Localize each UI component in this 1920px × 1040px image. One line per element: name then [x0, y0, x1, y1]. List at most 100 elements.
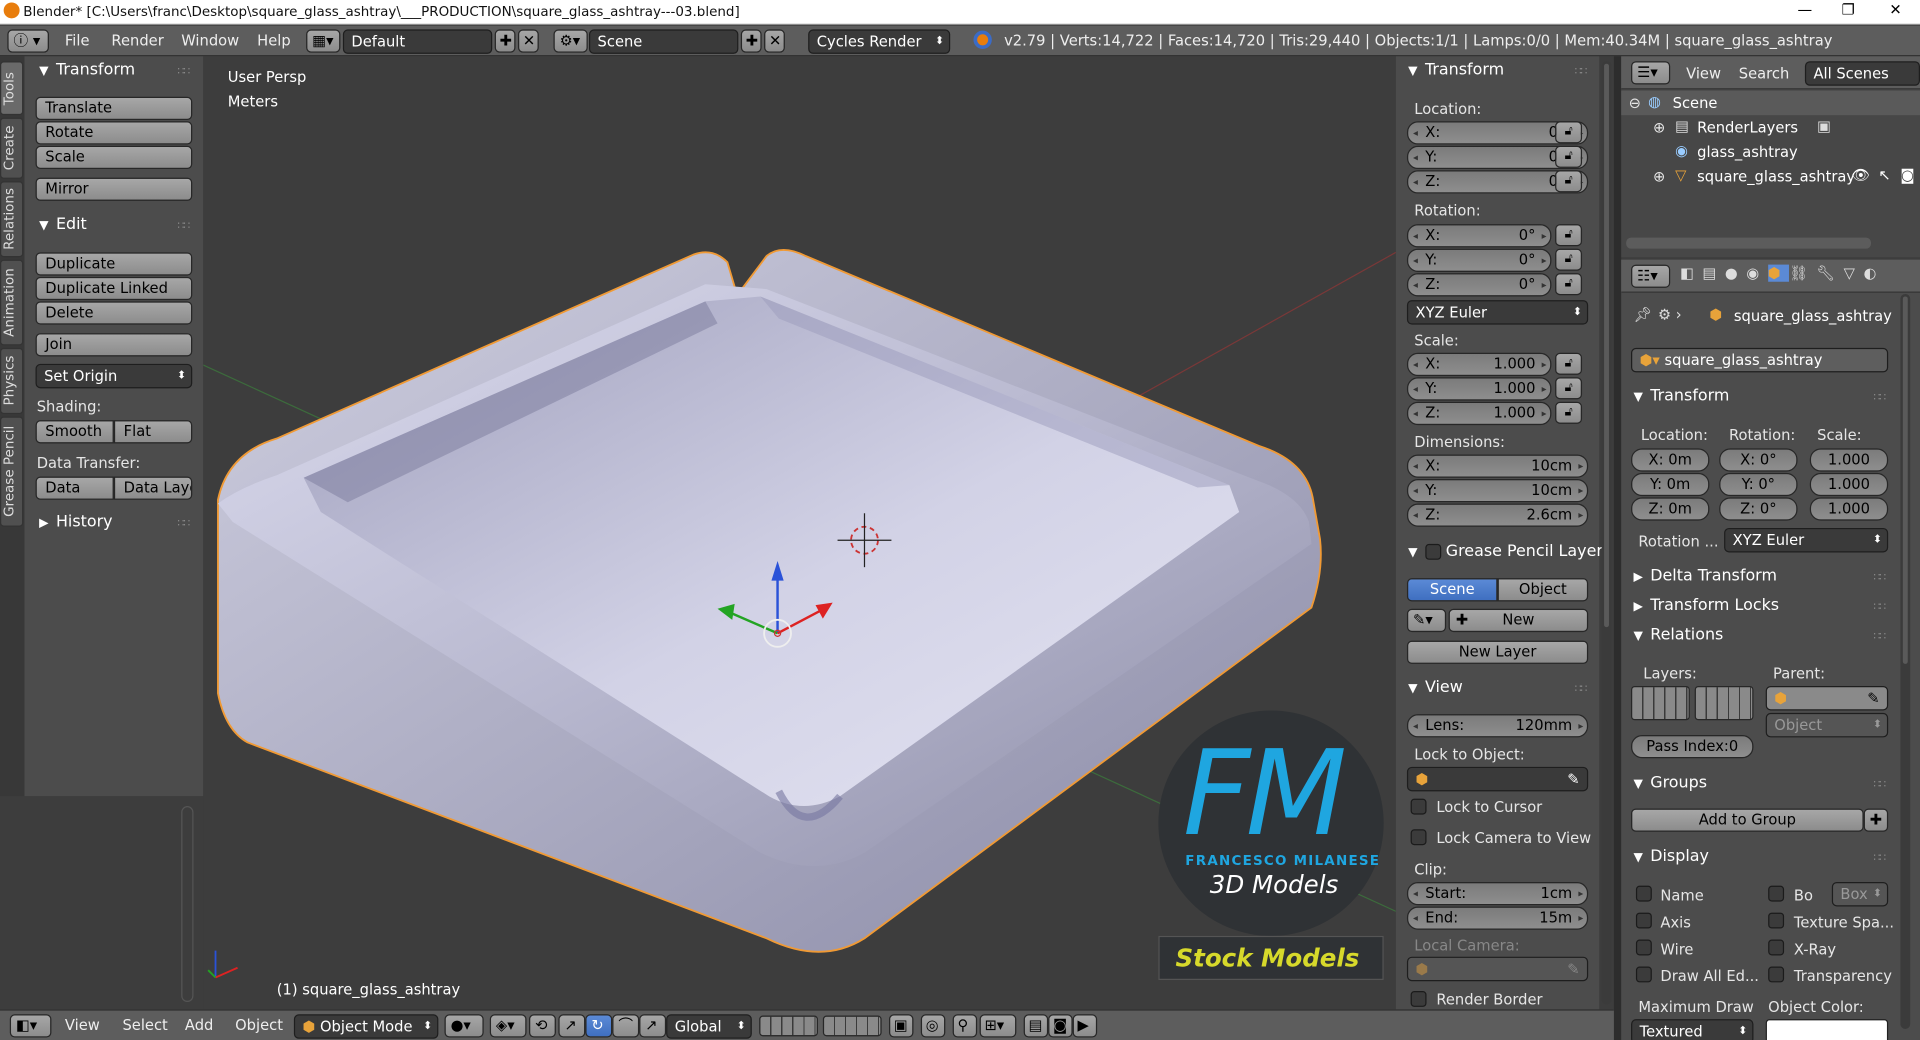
edit-panel-header[interactable]: ▼ Edit: [39, 216, 87, 234]
outliner-row-scene[interactable]: ⊖ ◍ Scene: [1621, 90, 1920, 116]
pencil-icon[interactable]: ✎▾: [1406, 608, 1447, 633]
3d-viewport[interactable]: User Persp Meters (1) square_glass_ashtr…: [203, 56, 1396, 1010]
menu-file[interactable]: File: [65, 32, 90, 49]
properties-context-tabs[interactable]: ◧▤●◉⬢⛓🔧︎▽◐: [1680, 264, 1920, 289]
manip-extra-button[interactable]: ↗: [639, 1014, 667, 1038]
rotation-z-field[interactable]: ◂ Z: 0° ▸: [1406, 273, 1552, 297]
prop-scale-y[interactable]: 1.000: [1809, 472, 1889, 497]
lock-icon[interactable]: 🔓︎: [1555, 248, 1583, 271]
render-engine-select[interactable]: Cycles Render ⬍: [808, 29, 951, 54]
dimension-z-field[interactable]: ◂ Z: 2.6cm ▸: [1406, 503, 1589, 527]
grease-pencil-layer-header[interactable]: ▼ Grease Pencil Layer: [1408, 543, 1603, 561]
menu-view[interactable]: View: [65, 1017, 100, 1034]
add-scene-button[interactable]: ✚: [740, 29, 762, 53]
delete-button[interactable]: Delete: [35, 301, 193, 325]
display-axis-checkbox[interactable]: [1635, 912, 1652, 929]
render-icon[interactable]: ▣: [1817, 118, 1831, 135]
clip-start-field[interactable]: ◂ Start: 1cm ▸: [1406, 881, 1589, 906]
outliner-row-object[interactable]: ⊕ ▽ square_glass_ashtray 👁︎ ↖ ◙: [1621, 164, 1920, 188]
add-group-plus-button[interactable]: ✚: [1863, 808, 1889, 832]
eye-icon[interactable]: 👁︎: [1851, 167, 1870, 184]
lock-icon[interactable]: 🔓︎: [1555, 401, 1583, 424]
outliner-hscroll[interactable]: [1626, 237, 1872, 249]
pivot-button[interactable]: ◈▾: [489, 1014, 527, 1038]
rotation-x-field[interactable]: ◂ X: 0° ▸: [1406, 224, 1552, 248]
pass-index-field[interactable]: Pass Index:0: [1631, 734, 1754, 759]
display-name-checkbox[interactable]: [1635, 885, 1652, 902]
pin-icon[interactable]: 📌︎: [1633, 306, 1652, 323]
maximize-button[interactable]: ❐: [1842, 1, 1855, 18]
outliner-search-menu[interactable]: Search: [1739, 65, 1789, 82]
camera-icon[interactable]: ◙: [1900, 167, 1914, 184]
viewport-editor-icon[interactable]: ◧▾: [9, 1014, 52, 1038]
set-origin-select[interactable]: Set Origin ⬍: [35, 363, 193, 389]
tab-create[interactable]: Create: [0, 117, 24, 179]
new-layer-button[interactable]: New Layer: [1406, 640, 1589, 664]
display-xray-checkbox[interactable]: [1768, 939, 1785, 956]
add-layout-button[interactable]: ✚: [494, 29, 516, 53]
outliner-view-menu[interactable]: View: [1686, 65, 1721, 82]
translate-manipulator-button[interactable]: ↗: [558, 1014, 586, 1038]
rotation-mode-select[interactable]: XYZ Euler ⬍: [1406, 300, 1589, 325]
menu-help[interactable]: Help: [257, 32, 291, 49]
render-anim-button[interactable]: ▶: [1072, 1014, 1098, 1038]
menu-select[interactable]: Select: [122, 1017, 167, 1034]
manipulator-toggle[interactable]: ⟲: [528, 1014, 556, 1038]
delta-transform-header[interactable]: ▶ Delta Transform: [1633, 567, 1776, 585]
display-wire-checkbox[interactable]: [1635, 939, 1652, 956]
tab-relations[interactable]: Relations: [0, 181, 24, 258]
dimension-y-field[interactable]: ◂ Y: 10cm ▸: [1406, 478, 1589, 503]
dimension-x-field[interactable]: ◂ X: 10cm ▸: [1406, 454, 1589, 478]
menu-object[interactable]: Object: [235, 1017, 283, 1034]
max-draw-select[interactable]: Textured ⬍: [1631, 1019, 1754, 1040]
rotation-y-field[interactable]: ◂ Y: 0° ▸: [1406, 248, 1552, 272]
properties-transform-header[interactable]: ▼ Transform: [1633, 387, 1729, 405]
display-all-edges-checkbox[interactable]: [1635, 966, 1652, 983]
rotate-button[interactable]: Rotate: [35, 121, 193, 145]
translate-button[interactable]: Translate: [35, 96, 193, 121]
prop-location-x[interactable]: X: 0m: [1631, 448, 1710, 472]
prop-rotation-z[interactable]: Z: 0°: [1719, 497, 1798, 521]
prop-location-y[interactable]: Y: 0m: [1631, 472, 1710, 497]
orientation-select[interactable]: Global ⬍: [666, 1014, 752, 1039]
duplicate-button[interactable]: Duplicate: [35, 252, 193, 276]
tab-animation[interactable]: Animation: [0, 259, 24, 346]
object-color-swatch[interactable]: [1765, 1019, 1889, 1040]
display-texture-space-checkbox[interactable]: [1768, 912, 1785, 929]
scale-manipulator-button[interactable]: ⌒: [612, 1014, 640, 1038]
data-layout-button[interactable]: Data Layo: [113, 476, 193, 500]
layers-grid-right[interactable]: [1694, 685, 1754, 721]
grease-new-button[interactable]: ✚ New: [1448, 608, 1589, 633]
scrollbar[interactable]: [181, 806, 194, 1003]
lens-field[interactable]: ◂ Lens: 120mm ▸: [1406, 714, 1589, 738]
parent-field[interactable]: ⬢ ✎: [1765, 685, 1889, 711]
scale-x-field[interactable]: ◂ X: 1.000 ▸: [1406, 352, 1552, 377]
join-button[interactable]: Join: [35, 333, 193, 357]
tab-grease-pencil[interactable]: Grease Pencil: [0, 416, 24, 527]
transform-panel-header[interactable]: ▼ Transform: [39, 61, 135, 79]
prop-rotation-y[interactable]: Y: 0°: [1719, 472, 1798, 497]
menu-render[interactable]: Render: [111, 32, 163, 49]
outliner-row-world[interactable]: ◉ glass_ashtray: [1621, 140, 1920, 164]
prop-location-z[interactable]: Z: 0m: [1631, 497, 1710, 521]
screen-layout-select[interactable]: Default: [342, 29, 493, 54]
lock-icon[interactable]: 🔓︎: [1555, 377, 1583, 400]
layer-buttons-left[interactable]: [759, 1015, 818, 1037]
cursor-icon[interactable]: ↖: [1878, 167, 1890, 184]
mode-select[interactable]: ⬢ Object Mode ⬍: [293, 1014, 439, 1039]
add-to-group-button[interactable]: Add to Group: [1631, 808, 1864, 832]
properties-scrollbar[interactable]: [1900, 293, 1911, 1029]
scene-icon[interactable]: ⚙▾: [553, 29, 588, 53]
lock-layers-button[interactable]: ▣: [888, 1014, 914, 1038]
properties-editor-icon[interactable]: ☷▾: [1631, 264, 1671, 288]
grease-scene-button[interactable]: Scene: [1406, 578, 1498, 602]
remove-layout-button[interactable]: ✕: [517, 29, 539, 53]
object-name-field[interactable]: ⬢▾ square_glass_ashtray: [1631, 347, 1889, 373]
duplicate-linked-button[interactable]: Duplicate Linked: [35, 276, 193, 301]
outliner-editor-icon[interactable]: ☰▾: [1631, 61, 1671, 85]
scale-button[interactable]: Scale: [35, 145, 193, 170]
render-border-checkbox[interactable]: [1410, 991, 1427, 1007]
lock-object-field[interactable]: ⬢ ✎: [1406, 766, 1589, 792]
grease-object-button[interactable]: Object: [1497, 578, 1589, 602]
mirror-button[interactable]: Mirror: [35, 177, 193, 201]
